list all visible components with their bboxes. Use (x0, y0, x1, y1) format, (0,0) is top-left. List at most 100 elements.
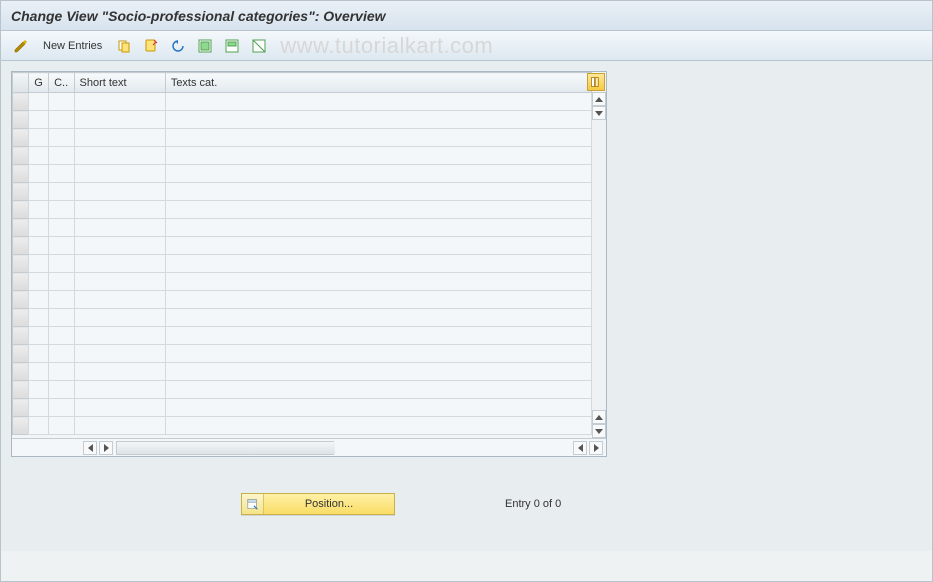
table-settings-button[interactable] (587, 73, 605, 91)
cell[interactable] (29, 237, 49, 255)
cell[interactable] (165, 147, 591, 165)
undo-change-button[interactable] (166, 36, 190, 56)
horizontal-scroll-track[interactable] (116, 441, 334, 455)
cell[interactable] (74, 381, 165, 399)
cell[interactable] (49, 273, 74, 291)
horizontal-scroll-thumb[interactable] (117, 442, 335, 454)
row-selector[interactable] (13, 273, 29, 291)
copy-as-button[interactable] (112, 36, 136, 56)
table-row[interactable] (13, 147, 592, 165)
cell[interactable] (165, 255, 591, 273)
cell[interactable] (74, 291, 165, 309)
scroll-up-end-button[interactable] (592, 410, 606, 424)
row-selector[interactable] (13, 345, 29, 363)
row-selector[interactable] (13, 417, 29, 435)
table-row[interactable] (13, 273, 592, 291)
horizontal-scrollbar[interactable] (12, 438, 606, 456)
cell[interactable] (74, 165, 165, 183)
cell[interactable] (49, 291, 74, 309)
cell[interactable] (29, 183, 49, 201)
table-row[interactable] (13, 183, 592, 201)
cell[interactable] (29, 399, 49, 417)
cell[interactable] (74, 129, 165, 147)
row-selector[interactable] (13, 201, 29, 219)
cell[interactable] (165, 345, 591, 363)
cell[interactable] (74, 327, 165, 345)
table-row[interactable] (13, 291, 592, 309)
cell[interactable] (49, 255, 74, 273)
table-row[interactable] (13, 399, 592, 417)
cell[interactable] (49, 111, 74, 129)
row-selector[interactable] (13, 165, 29, 183)
row-selector[interactable] (13, 111, 29, 129)
cell[interactable] (165, 327, 591, 345)
cell[interactable] (165, 291, 591, 309)
cell[interactable] (29, 381, 49, 399)
column-header-selector[interactable] (13, 73, 29, 93)
cell[interactable] (29, 111, 49, 129)
cell[interactable] (74, 417, 165, 435)
cell[interactable] (49, 417, 74, 435)
row-selector[interactable] (13, 129, 29, 147)
cell[interactable] (74, 219, 165, 237)
column-header-texts-cat[interactable]: Texts cat. (165, 73, 591, 93)
table-row[interactable] (13, 93, 592, 111)
row-selector[interactable] (13, 219, 29, 237)
cell[interactable] (29, 345, 49, 363)
cell[interactable] (49, 183, 74, 201)
row-selector[interactable] (13, 291, 29, 309)
cell[interactable] (49, 93, 74, 111)
scroll-left-button[interactable] (83, 441, 97, 455)
scroll-down-button[interactable] (592, 106, 606, 120)
cell[interactable] (29, 363, 49, 381)
table-row[interactable] (13, 327, 592, 345)
cell[interactable] (49, 219, 74, 237)
cell[interactable] (49, 129, 74, 147)
cell[interactable] (49, 327, 74, 345)
row-selector[interactable] (13, 309, 29, 327)
cell[interactable] (49, 165, 74, 183)
cell[interactable] (29, 309, 49, 327)
cell[interactable] (29, 273, 49, 291)
cell[interactable] (49, 399, 74, 417)
table-row[interactable] (13, 309, 592, 327)
row-selector[interactable] (13, 381, 29, 399)
cell[interactable] (165, 381, 591, 399)
table-row[interactable] (13, 345, 592, 363)
select-all-button[interactable] (193, 36, 217, 56)
new-entries-button[interactable]: New Entries (36, 36, 109, 56)
cell[interactable] (49, 381, 74, 399)
cell[interactable] (165, 273, 591, 291)
delete-button[interactable] (139, 36, 163, 56)
cell[interactable] (74, 309, 165, 327)
cell[interactable] (74, 345, 165, 363)
cell[interactable] (165, 399, 591, 417)
scroll-down-end-button[interactable] (592, 424, 606, 438)
cell[interactable] (165, 201, 591, 219)
cell[interactable] (29, 93, 49, 111)
cell[interactable] (29, 147, 49, 165)
cell[interactable] (74, 399, 165, 417)
vertical-scrollbar[interactable] (592, 92, 606, 438)
row-selector[interactable] (13, 93, 29, 111)
cell[interactable] (165, 129, 591, 147)
column-header-g[interactable]: G (29, 73, 49, 93)
cell[interactable] (165, 165, 591, 183)
cell[interactable] (74, 93, 165, 111)
table-row[interactable] (13, 381, 592, 399)
cell[interactable] (29, 255, 49, 273)
cell[interactable] (29, 327, 49, 345)
cell[interactable] (29, 291, 49, 309)
column-header-c[interactable]: C.. (49, 73, 74, 93)
table-row[interactable] (13, 201, 592, 219)
table-row[interactable] (13, 165, 592, 183)
cell[interactable] (74, 237, 165, 255)
cell[interactable] (49, 201, 74, 219)
table-row[interactable] (13, 237, 592, 255)
table-row[interactable] (13, 129, 592, 147)
cell[interactable] (29, 201, 49, 219)
position-button[interactable]: Position... (241, 493, 395, 515)
row-selector[interactable] (13, 327, 29, 345)
table-row[interactable] (13, 111, 592, 129)
cell[interactable] (74, 183, 165, 201)
